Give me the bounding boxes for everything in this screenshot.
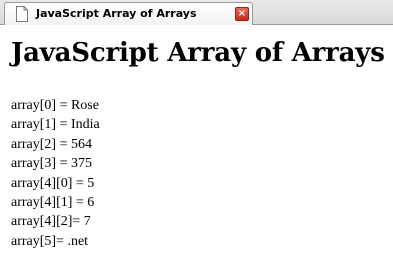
- page-content: JavaScript Array of Arrays array[0] = Ro…: [0, 25, 393, 265]
- output-line: array[2] = 564: [11, 136, 92, 152]
- tab-bar: JavaScript Array of Arrays ×: [0, 0, 393, 25]
- tab-active[interactable]: JavaScript Array of Arrays ×: [4, 2, 253, 25]
- output-line: array[4][0] = 5: [11, 175, 95, 191]
- output-list: array[0] = Rose array[1] = India array[2…: [11, 96, 100, 251]
- tab-title: JavaScript Array of Arrays: [36, 7, 197, 20]
- page-heading: JavaScript Array of Arrays: [11, 38, 385, 68]
- output-line: array[5]= .net: [11, 233, 89, 249]
- output-line: array[3] = 375: [11, 156, 92, 172]
- browser-window: JavaScript Array of Arrays × JavaScript …: [0, 0, 393, 265]
- output-line: array[4][1] = 6: [11, 195, 95, 211]
- close-tab-button[interactable]: ×: [235, 7, 249, 21]
- output-line: array[0] = Rose: [11, 98, 99, 113]
- output-line: array[1] = India: [11, 117, 100, 133]
- document-icon: [16, 6, 28, 22]
- output-line: array[4][2]= 7: [11, 214, 91, 230]
